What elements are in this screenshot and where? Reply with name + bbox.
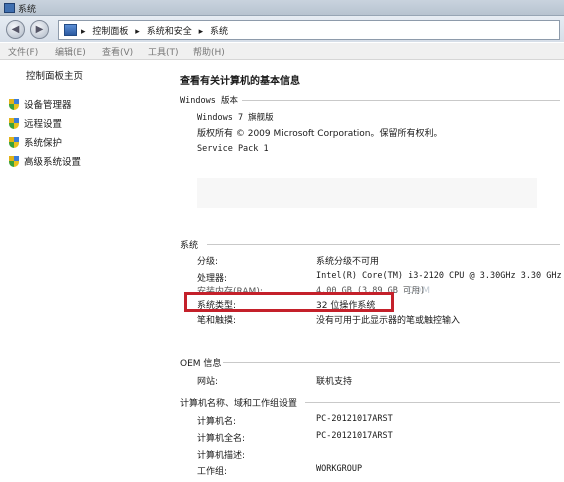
- menu-view[interactable]: 查看(V): [102, 45, 133, 58]
- breadcrumb[interactable]: ▸ 控制面板 ▸ 系统和安全 ▸ 系统: [58, 20, 560, 40]
- computer-name-label: 计算机名:: [197, 417, 237, 427]
- uac-shield-icon: [9, 137, 19, 148]
- watermark-text: .COM: [403, 286, 431, 296]
- menu-bar: 文件(F) 编辑(E) 查看(V) 工具(T) 帮助(H): [0, 43, 564, 60]
- website-label: 网站:: [197, 377, 219, 387]
- menu-help[interactable]: 帮助(H): [193, 45, 225, 58]
- task-advanced-settings[interactable]: 高级系统设置: [9, 154, 81, 168]
- crumb-system[interactable]: 系统: [210, 27, 228, 37]
- divider: [223, 362, 560, 363]
- system-window: 系统 ◀ ▶ ▸ 控制面板 ▸ 系统和安全 ▸ 系统 文件(F) 编辑(E) 查…: [0, 0, 564, 482]
- main-content: 查看有关计算机的基本信息 Windows 版本 Windows 7 旗舰版 版权…: [167, 60, 564, 482]
- task-label: 系统保护: [24, 138, 63, 149]
- forward-button[interactable]: ▶: [30, 20, 49, 39]
- processor-value: Intel(R) Core(TM) i3-2120 CPU @ 3.30GHz …: [316, 271, 562, 281]
- divider: [305, 402, 560, 403]
- online-support-link[interactable]: 联机支持: [316, 374, 352, 387]
- group-windows-edition: Windows 版本: [180, 96, 238, 106]
- rating-label: 分级:: [197, 257, 219, 267]
- title-bar: 系统: [0, 0, 564, 16]
- menu-file[interactable]: 文件(F): [8, 45, 38, 58]
- back-button[interactable]: ◀: [6, 20, 25, 39]
- window-title: 系统: [18, 5, 37, 15]
- crumb-system-security[interactable]: 系统和安全: [147, 27, 192, 37]
- divider: [207, 244, 560, 245]
- task-system-protection[interactable]: 系统保护: [9, 135, 62, 149]
- pen-touch-value: 没有可用于此显示器的笔或触控输入: [316, 316, 461, 326]
- address-bar: ◀ ▶ ▸ 控制面板 ▸ 系统和安全 ▸ 系统: [0, 16, 564, 42]
- task-label: 设备管理器: [24, 100, 72, 111]
- chevron-right-icon[interactable]: ▸: [81, 27, 86, 37]
- watermark-overlay: [197, 178, 537, 208]
- group-system: 系统: [180, 241, 199, 251]
- divider: [242, 100, 560, 101]
- task-label: 远程设置: [24, 119, 63, 130]
- control-panel-icon: [64, 24, 77, 36]
- system-icon: [4, 3, 15, 13]
- task-label: 高级系统设置: [24, 157, 82, 168]
- crumb-control-panel[interactable]: 控制面板: [92, 27, 128, 37]
- control-panel-home-link[interactable]: 控制面板主页: [26, 68, 83, 82]
- menu-edit[interactable]: 编辑(E): [55, 45, 86, 58]
- workgroup-label: 工作组:: [197, 467, 228, 477]
- task-pane: 控制面板主页 设备管理器 远程设置 系统保护 高级系统设置: [0, 60, 167, 482]
- description-label: 计算机描述:: [197, 451, 246, 461]
- group-oem: OEM 信息: [180, 359, 222, 369]
- menu-tools[interactable]: 工具(T): [148, 45, 179, 58]
- full-name-value: PC-20121017ARST: [316, 431, 393, 441]
- workgroup-value: WORKGROUP: [316, 464, 363, 474]
- rating-value: 系统分级不可用: [316, 257, 380, 267]
- computer-name-value: PC-20121017ARST: [316, 414, 393, 424]
- group-computer-name: 计算机名称、域和工作组设置: [180, 399, 298, 409]
- edition-name: Windows 7 旗舰版: [197, 113, 274, 123]
- page-title: 查看有关计算机的基本信息: [180, 76, 300, 87]
- service-pack: Service Pack 1: [197, 144, 269, 154]
- uac-shield-icon: [9, 156, 19, 167]
- copyright-text: 版权所有 © 2009 Microsoft Corporation。保留所有权利…: [197, 129, 443, 139]
- processor-label: 处理器:: [197, 274, 228, 284]
- uac-shield-icon: [9, 118, 19, 129]
- uac-shield-icon: [9, 99, 19, 110]
- chevron-right-icon[interactable]: ▸: [135, 27, 140, 37]
- full-name-label: 计算机全名:: [197, 434, 246, 444]
- task-remote-settings[interactable]: 远程设置: [9, 116, 62, 130]
- task-device-manager[interactable]: 设备管理器: [9, 97, 72, 111]
- chevron-right-icon[interactable]: ▸: [199, 27, 204, 37]
- pen-touch-label: 笔和触摸:: [197, 316, 237, 326]
- system-type-highlight: [184, 292, 394, 312]
